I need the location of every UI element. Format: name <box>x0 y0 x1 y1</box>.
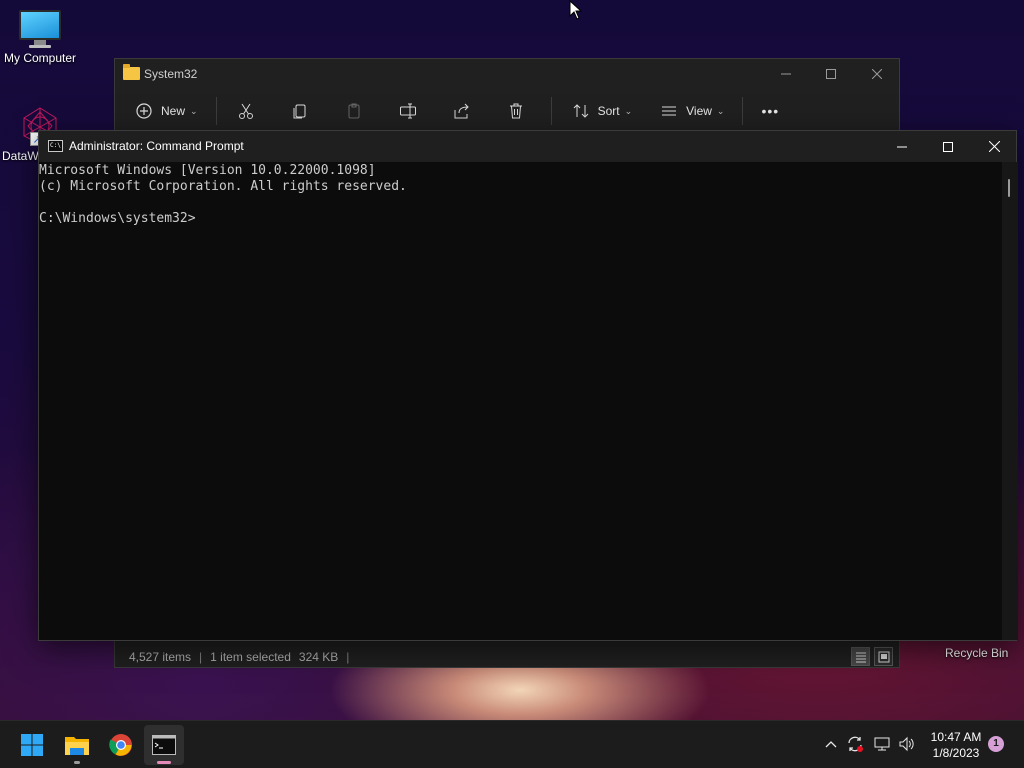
view-lines-icon <box>658 100 680 122</box>
scrollbar-thumb[interactable] <box>1008 179 1010 197</box>
details-view-button[interactable] <box>851 647 870 666</box>
cut-button[interactable] <box>235 96 263 126</box>
show-hidden-icons-button[interactable] <box>820 733 842 755</box>
active-indicator <box>157 761 171 764</box>
console-prompt: C:\Windows\system32> <box>39 211 196 226</box>
minimize-icon <box>781 73 791 75</box>
copy-button[interactable] <box>289 96 317 126</box>
selection-info: 1 item selected <box>210 650 291 664</box>
taskbar-clock[interactable]: 10:47 AM 1/8/2023 <box>922 729 990 761</box>
status-separator: | <box>199 650 203 664</box>
trash-icon <box>505 100 527 122</box>
sort-button[interactable]: Sort ⌄ <box>570 96 633 126</box>
minimize-button[interactable] <box>879 131 925 162</box>
rename-icon <box>397 100 419 122</box>
more-dots-icon: ••• <box>761 103 780 119</box>
console-line: Microsoft Windows [Version 10.0.22000.10… <box>39 163 376 178</box>
paste-icon <box>343 100 365 122</box>
network-icon <box>874 737 890 751</box>
scissors-icon <box>235 100 257 122</box>
taskbar-command-prompt[interactable] <box>144 725 184 765</box>
toolbar-divider <box>550 97 552 125</box>
desktop-icon-label: My Computer <box>3 51 77 65</box>
close-button[interactable] <box>854 59 900 89</box>
sync-status-button[interactable] <box>844 733 866 755</box>
close-icon <box>872 69 882 79</box>
folder-icon <box>123 64 140 80</box>
status-separator: | <box>346 650 350 664</box>
sync-icon <box>848 736 863 752</box>
window-title: Administrator: Command Prompt <box>69 139 244 153</box>
console-line: (c) Microsoft Corporation. All rights re… <box>39 179 407 194</box>
start-button[interactable] <box>12 725 52 765</box>
view-toggle-group <box>851 647 893 666</box>
chevron-up-icon <box>825 741 837 748</box>
chrome-icon <box>109 734 132 756</box>
explorer-statusbar: 4,527 items | 1 item selected 324 KB | <box>115 645 899 669</box>
cmd-titlebar[interactable]: C:\ Administrator: Command Prompt <box>39 131 1016 162</box>
minimize-icon <box>897 146 907 147</box>
selection-size: 324 KB <box>298 650 339 664</box>
command-prompt-window: C:\ Administrator: Command Prompt Micros… <box>38 130 1018 641</box>
close-button[interactable] <box>971 131 1017 162</box>
sort-arrows-icon <box>570 100 592 122</box>
network-button[interactable] <box>871 733 893 755</box>
desktop-icon-my-computer[interactable]: My Computer <box>0 10 80 65</box>
new-label: New <box>161 104 186 118</box>
share-button[interactable] <box>451 96 479 126</box>
window-title: System32 <box>144 67 198 81</box>
rename-button[interactable] <box>397 96 425 126</box>
volume-button[interactable] <box>896 733 918 755</box>
monitor-icon <box>0 10 80 48</box>
maximize-icon <box>826 69 836 79</box>
mouse-cursor-icon <box>569 0 583 20</box>
more-options-button[interactable]: ••• <box>761 96 779 126</box>
item-count: 4,527 items <box>129 650 192 664</box>
clock-time: 10:47 AM <box>930 730 982 744</box>
desktop-icon-recycle-bin[interactable]: Recycle Bin <box>945 646 1008 660</box>
toolbar-divider <box>742 97 744 125</box>
details-view-icon <box>855 652 866 662</box>
view-label: View <box>686 104 712 118</box>
delete-button[interactable] <box>505 96 533 126</box>
maximize-button[interactable] <box>925 131 971 162</box>
toolbar-divider <box>215 97 217 125</box>
sort-label: Sort <box>597 104 620 118</box>
new-button[interactable]: New ⌄ <box>133 96 198 126</box>
maximize-button[interactable] <box>808 59 854 89</box>
taskbar: 10:47 AM 1/8/2023 <box>0 720 1024 768</box>
taskbar-chrome[interactable] <box>101 725 141 765</box>
explorer-command-bar: New ⌄ Sort ⌄ View ⌄ ••• <box>115 89 899 133</box>
maximize-icon <box>943 141 953 152</box>
folder-icon <box>65 737 89 755</box>
share-icon <box>451 100 473 122</box>
copy-icon <box>289 100 311 122</box>
running-indicator <box>74 761 80 764</box>
notification-badge[interactable]: 1 <box>988 736 1004 752</box>
chevron-down-icon: ⌄ <box>624 105 633 116</box>
vertical-scrollbar[interactable] <box>1002 162 1018 640</box>
tiles-view-icon <box>878 651 889 662</box>
cmd-icon <box>152 735 176 755</box>
close-icon <box>988 141 1000 152</box>
tiles-view-button[interactable] <box>874 647 893 666</box>
chevron-down-icon: ⌄ <box>190 105 198 116</box>
explorer-titlebar[interactable]: System32 <box>115 59 899 89</box>
cmd-console-output[interactable]: Microsoft Windows [Version 10.0.22000.10… <box>39 162 1001 640</box>
clock-date: 1/8/2023 <box>932 746 980 760</box>
speaker-icon <box>899 736 914 752</box>
minimize-button[interactable] <box>763 59 809 89</box>
windows-logo-icon <box>21 734 43 756</box>
taskbar-file-explorer[interactable] <box>57 725 97 765</box>
paste-button[interactable] <box>343 96 371 126</box>
plus-circle-icon <box>133 100 155 122</box>
cmd-icon: C:\ <box>48 140 63 152</box>
chevron-down-icon: ⌄ <box>716 105 725 116</box>
view-button[interactable]: View ⌄ <box>658 96 724 126</box>
